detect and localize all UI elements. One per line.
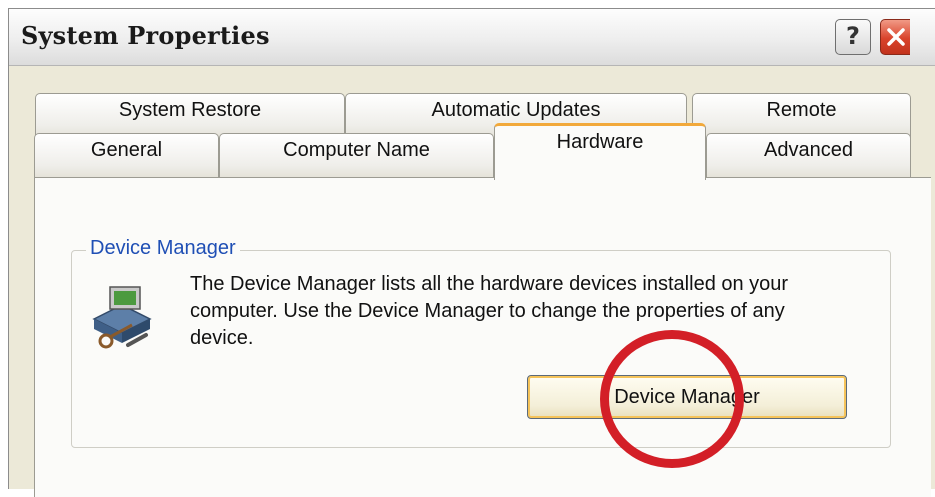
tab-label: Automatic Updates (431, 99, 601, 121)
tab-general[interactable]: General (34, 133, 219, 179)
window-title: System Properties (21, 21, 270, 50)
tab-label: Advanced (764, 139, 853, 161)
device-manager-description: The Device Manager lists all the hardwar… (190, 273, 789, 349)
group-title: Device Manager (86, 237, 240, 260)
close-icon (887, 28, 905, 46)
tab-label: System Restore (118, 99, 262, 121)
tab-computer-name[interactable]: Computer Name (219, 133, 494, 179)
hardware-tab-panel: Device Manager The Device Manager lists … (34, 177, 931, 497)
help-icon: ? (846, 22, 860, 50)
system-properties-window: System Properties ? System Restore Autom… (8, 8, 935, 497)
tab-label: Computer Name (283, 139, 430, 161)
device-manager-group: Device Manager The Device Manager lists … (71, 237, 891, 448)
tab-label: Remote (766, 99, 837, 121)
title-bar[interactable]: System Properties ? (9, 9, 935, 66)
device-manager-icon (92, 286, 152, 349)
tab-label: Hardware (556, 131, 644, 153)
tab-hardware[interactable]: Hardware (494, 123, 706, 180)
tab-label: General (90, 139, 163, 161)
close-button[interactable] (880, 19, 910, 55)
help-button[interactable]: ? (835, 19, 871, 55)
highlight-circle-annotation (600, 330, 744, 468)
tab-advanced[interactable]: Advanced (706, 133, 911, 179)
